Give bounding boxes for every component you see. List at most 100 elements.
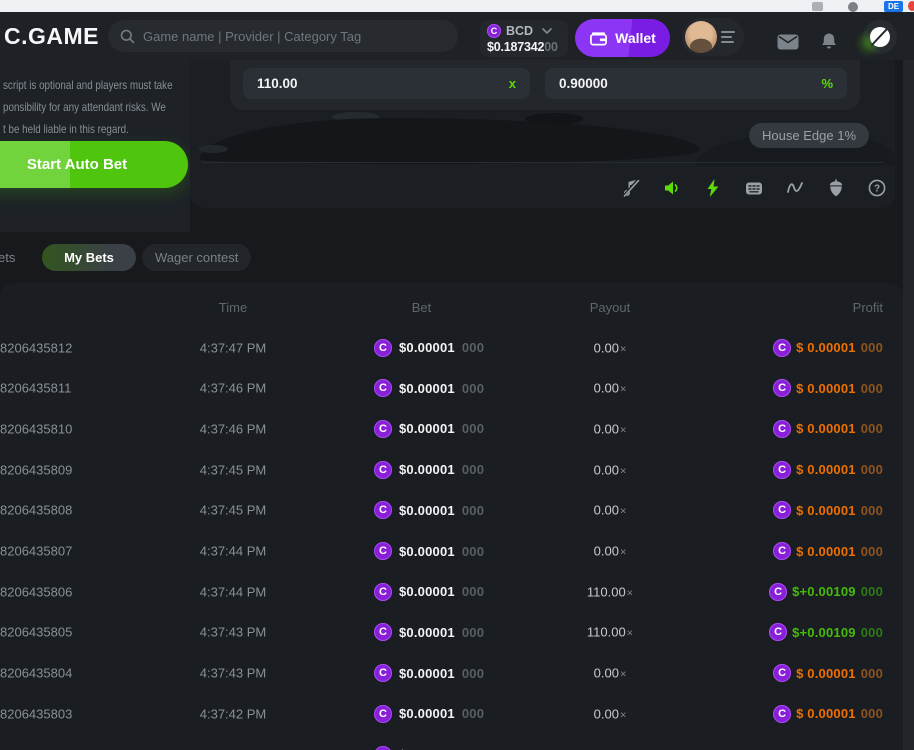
bet-profit: C $ 0.00001000	[773, 705, 883, 723]
bet-amount: C $0.00001000	[374, 461, 484, 479]
bet-payout: 0.00×	[560, 462, 660, 477]
bet-time: 4:37:47 PM	[178, 340, 288, 355]
bcd-coin-icon: C	[374, 623, 392, 641]
bet-payout: 0.00×	[560, 666, 660, 681]
table-row[interactable]: 8206435805 4:37:43 PM C $0.00001000 110.…	[0, 612, 903, 653]
hotkeys-keyboard-icon[interactable]	[744, 178, 764, 198]
disclaimer-text: script is optional and players must take…	[3, 74, 190, 140]
table-row[interactable]: 8206435812 4:37:47 PM C $0.00001000 0.00…	[0, 327, 903, 368]
bet-profit: C $ 0.00001000	[773, 501, 883, 519]
messages-icon[interactable]	[777, 34, 799, 50]
table-row[interactable]: 8206435807 4:37:44 PM C $0.00001000 0.00…	[0, 531, 903, 572]
bets-tabs: ets My Bets Wager contest	[0, 244, 914, 272]
chat-toggle-button[interactable]	[863, 20, 897, 54]
bet-payout: 0.00×	[560, 421, 660, 436]
table-row[interactable]: C $0.00001000	[0, 734, 903, 750]
bet-payout: 0.00×	[560, 544, 660, 559]
bet-amount: C $0.00001000	[374, 339, 484, 357]
bet-time: 4:37:45 PM	[178, 503, 288, 518]
browser-extension-icon[interactable]	[812, 2, 823, 11]
search-bar[interactable]	[108, 20, 458, 52]
column-header-bet: Bet	[374, 300, 469, 315]
help-icon[interactable]: ?	[867, 178, 887, 198]
avatar[interactable]	[685, 21, 717, 53]
multiplier-suffix: x	[509, 76, 530, 91]
bet-amount: C $0.00001000	[374, 623, 484, 641]
column-header-payout: Payout	[560, 300, 660, 315]
tab-wager-contest[interactable]: Wager contest	[142, 244, 251, 271]
tab-my-bets[interactable]: My Bets	[42, 244, 136, 271]
bcd-coin-icon: C	[374, 461, 392, 479]
bcd-coin-icon: C	[374, 420, 392, 438]
browser-extension-icon[interactable]	[848, 2, 858, 12]
bet-amount: C $0.00001000	[374, 705, 484, 723]
search-icon	[120, 29, 135, 44]
bcd-coin-icon: C	[773, 542, 791, 560]
bet-id: 8206435809	[0, 462, 72, 477]
browser-extension-icon[interactable]	[908, 1, 914, 11]
game-toolbar: ?	[621, 178, 887, 198]
bet-profit: C $+0.00109000	[769, 623, 883, 641]
tab-all-bets[interactable]: ets	[0, 250, 15, 265]
bet-amount: C $0.00001000	[374, 542, 484, 560]
table-row[interactable]: 8206435803 4:37:42 PM C $0.00001000 0.00…	[0, 693, 903, 734]
bet-payout: 0.00×	[560, 381, 660, 396]
bcd-coin-icon: C	[374, 664, 392, 682]
table-row[interactable]: 8206435810 4:37:46 PM C $0.00001000 0.00…	[0, 408, 903, 449]
bcd-coin-icon: C	[374, 542, 392, 560]
search-input[interactable]	[143, 29, 446, 44]
currency-selector[interactable]: C BCD $0.18734200	[480, 20, 568, 57]
turbo-lightning-icon[interactable]	[703, 178, 723, 198]
notifications-bell-icon[interactable]	[820, 32, 838, 51]
bcd-coin-icon: C	[773, 339, 791, 357]
bcd-coin-icon: C	[374, 379, 392, 397]
bet-profit: C $+0.00109000	[769, 583, 883, 601]
table-row[interactable]: 8206435804 4:37:43 PM C $0.00001000 0.00…	[0, 653, 903, 694]
auto-bet-sidebar: script is optional and players must take…	[0, 60, 190, 232]
table-row[interactable]: 8206435811 4:37:46 PM C $0.00001000 0.00…	[0, 368, 903, 409]
translate-extension-badge[interactable]: DE	[884, 1, 903, 12]
table-row[interactable]: 8206435809 4:37:45 PM C $0.00001000 0.00…	[0, 449, 903, 490]
payout-input[interactable]	[243, 76, 509, 91]
start-auto-bet-button[interactable]: Start Auto Bet	[0, 141, 188, 188]
music-off-icon[interactable]	[621, 178, 641, 198]
bcd-coin-icon: C	[374, 339, 392, 357]
payout-field[interactable]: x	[243, 68, 530, 99]
bcd-coin-icon: C	[374, 746, 392, 750]
bet-amount: C $0.00001000	[374, 379, 484, 397]
bet-profit: C $ 0.00001000	[773, 542, 883, 560]
bet-id: 8206435808	[0, 503, 72, 518]
bcd-coin-icon: C	[773, 420, 791, 438]
fairness-seed-icon[interactable]	[826, 178, 846, 198]
wallet-button[interactable]: Wallet	[575, 19, 670, 57]
bet-id: 8206435807	[0, 544, 72, 559]
win-chance-input[interactable]	[545, 76, 821, 91]
bet-id: 8206435803	[0, 706, 72, 721]
svg-text:?: ?	[874, 184, 880, 195]
bet-profit: C $ 0.00001000	[773, 420, 883, 438]
bcd-coin-icon: C	[374, 583, 392, 601]
bet-id: 8206435806	[0, 584, 72, 599]
profile-menu[interactable]	[682, 18, 744, 56]
bet-inputs-panel: x %	[230, 60, 860, 110]
live-stats-icon[interactable]	[785, 178, 805, 198]
bet-profit: C $ 0.00001000	[773, 379, 883, 397]
sound-on-icon[interactable]	[662, 178, 682, 198]
bcd-coin-icon: C	[769, 623, 787, 641]
table-row[interactable]: 8206435808 4:37:45 PM C $0.00001000 0.00…	[0, 490, 903, 531]
table-row[interactable]: 8206435806 4:37:44 PM C $0.00001000 110.…	[0, 571, 903, 612]
win-chance-field[interactable]: %	[545, 68, 847, 99]
bcd-coin-icon: C	[773, 664, 791, 682]
bcd-coin-icon: C	[487, 24, 501, 38]
balance-amount: $0.18734200	[487, 40, 558, 54]
column-header-profit: Profit	[853, 300, 883, 315]
bet-id: 8206435805	[0, 625, 72, 640]
divider	[202, 162, 883, 163]
my-bets-table: Time Bet Payout Profit 8206435812 4:37:4…	[0, 283, 903, 750]
bet-payout: 110.00×	[560, 584, 660, 599]
right-panel-edge	[903, 60, 914, 750]
bcd-coin-icon: C	[773, 461, 791, 479]
site-logo[interactable]: C.GAME	[4, 23, 99, 50]
game-panel: x % House Edge 1%	[190, 60, 895, 208]
bet-profit: C $ 0.00001000	[773, 339, 883, 357]
